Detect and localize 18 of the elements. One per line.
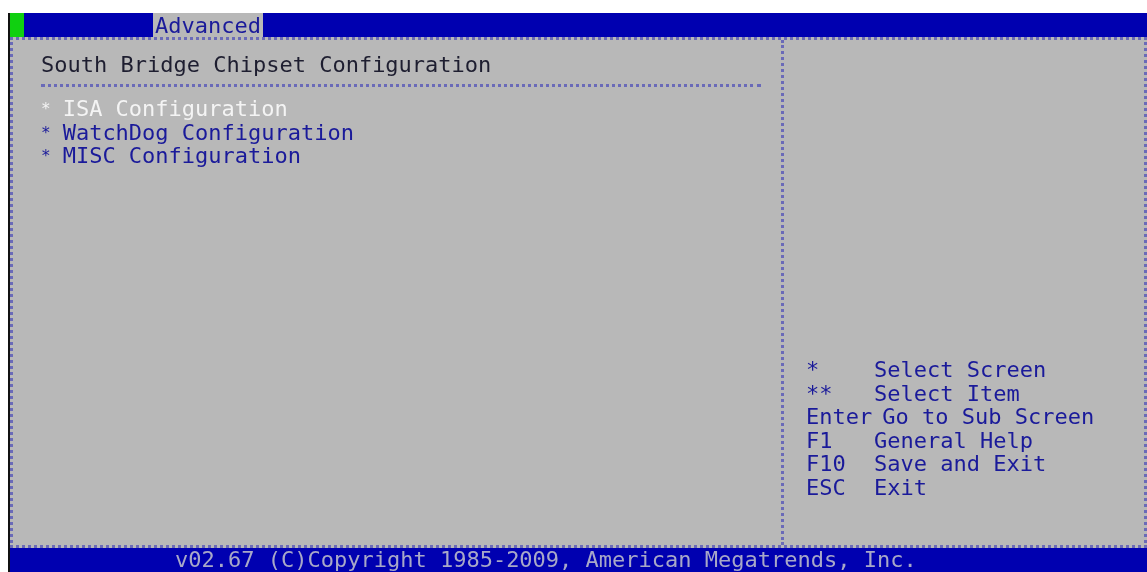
menu-item[interactable]: * WatchDog Configuration — [41, 120, 781, 144]
key-label: ** — [806, 381, 834, 405]
key-label: Enter — [806, 405, 873, 429]
cursor-block — [10, 13, 24, 37]
key-label: * — [806, 358, 821, 382]
key-action: Save and Exit — [874, 452, 1048, 476]
key-action: Select Screen — [874, 358, 1048, 382]
panel-title: South Bridge Chipset Configuration — [41, 52, 493, 78]
key-label: F1 — [806, 428, 834, 452]
copyright-bar: v02.67 (C)Copyright 1985-2009, American Megatrends, Inc. — [10, 548, 1147, 572]
key-label: ESC — [806, 475, 847, 499]
menu-item[interactable]: * MISC Configuration — [41, 144, 781, 168]
menu-tab[interactable]: Advanced — [153, 13, 263, 37]
key-action: Select Item — [874, 381, 1021, 405]
key-label: F10 — [806, 452, 847, 476]
key-action: General Help — [874, 428, 1034, 452]
key-action: Exit — [874, 475, 928, 499]
key-action: Go to Sub Screen — [882, 405, 1096, 429]
